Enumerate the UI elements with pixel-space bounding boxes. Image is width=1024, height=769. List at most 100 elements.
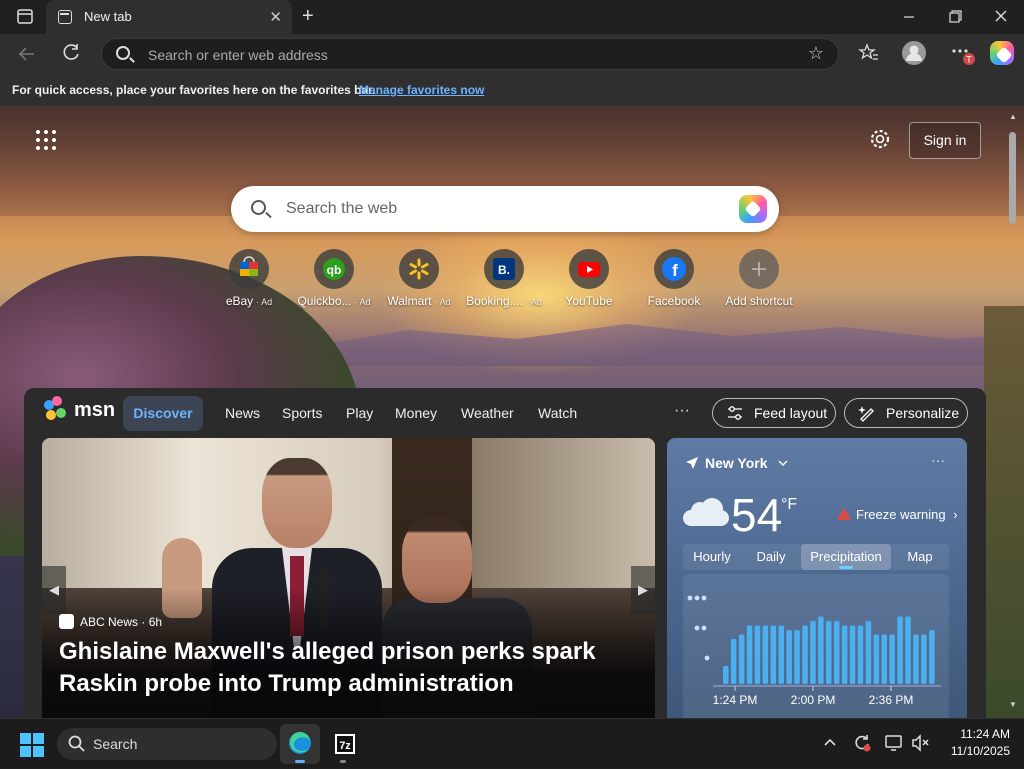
volume-button[interactable] xyxy=(910,733,930,758)
tab-play[interactable]: Play xyxy=(346,405,373,421)
personalize-button[interactable]: Personalize xyxy=(844,398,968,428)
minimize-button[interactable] xyxy=(894,6,924,28)
personalize-label: Personalize xyxy=(886,405,960,421)
tab-actions-button[interactable] xyxy=(10,6,38,28)
story-source[interactable]: ABC News · 6h xyxy=(59,614,162,629)
weather-location[interactable]: New York xyxy=(685,455,789,471)
shortcut-facebook[interactable]: f Facebook xyxy=(629,249,719,308)
shortcut-label: YouTube xyxy=(565,294,613,308)
app-launcher-button[interactable] xyxy=(36,130,58,152)
precipitation-bar xyxy=(881,634,887,684)
address-bar[interactable]: ☆ xyxy=(101,38,839,70)
weather-location-name: New York xyxy=(705,455,768,471)
sync-status-button[interactable] xyxy=(852,733,872,758)
shortcut-booking[interactable]: B. Booking.... · Ad xyxy=(459,249,549,308)
story-source-name: ABC News xyxy=(80,615,139,629)
page-scrollbar[interactable]: ▲ ▼ xyxy=(1006,110,1020,714)
start-button[interactable] xyxy=(20,733,44,762)
precipitation-bar xyxy=(762,625,769,684)
booking-icon: B. xyxy=(484,249,524,289)
web-search-input[interactable] xyxy=(286,198,706,220)
precipitation-bar xyxy=(834,621,840,684)
tab-news[interactable]: News xyxy=(225,405,260,421)
carousel-next-button[interactable]: ▶ xyxy=(631,566,655,614)
volume-muted-icon xyxy=(912,734,929,752)
shortcut-quickbooks[interactable]: qb Quickbo... · Ad xyxy=(289,249,379,308)
tab-sports[interactable]: Sports xyxy=(282,405,322,421)
taskbar-edge-button[interactable] xyxy=(280,724,320,764)
precipitation-chart: 1:24 PM 2:00 PM 2:36 PM xyxy=(683,574,949,718)
precipitation-bar xyxy=(841,625,848,684)
weather-tab-map[interactable]: Map xyxy=(891,544,949,570)
profile-button[interactable] xyxy=(901,40,927,71)
freeze-warning-alert[interactable]: Freeze warning › xyxy=(837,507,958,522)
weather-more-button[interactable]: ··· xyxy=(931,452,945,468)
new-tab-button[interactable]: + xyxy=(302,5,314,27)
running-app-indicator xyxy=(340,760,346,763)
story-headline[interactable]: Ghislaine Maxwell's alleged prison perks… xyxy=(59,636,619,700)
rain-intensity-icons xyxy=(687,595,710,661)
tab-watch[interactable]: Watch xyxy=(538,405,577,421)
precipitation-bar xyxy=(921,634,927,684)
weather-card[interactable]: New York ··· 54 °F Freeze warning › Hour… xyxy=(667,438,967,718)
msn-wordmark: msn xyxy=(74,399,116,421)
scrollbar-thumb[interactable] xyxy=(1009,132,1016,224)
restore-button[interactable] xyxy=(940,6,970,28)
weather-tab-hourly[interactable]: Hourly xyxy=(683,544,741,570)
back-button[interactable] xyxy=(16,43,38,71)
ebay-icon xyxy=(229,249,269,289)
carousel-prev-button[interactable]: ◀ xyxy=(42,566,66,614)
taskbar-7zip-button[interactable]: 7z xyxy=(330,724,370,764)
tab-discover[interactable]: Discover xyxy=(123,396,203,431)
profile-badge: T xyxy=(966,55,972,65)
taskbar-search-box[interactable]: Search xyxy=(57,728,277,760)
precipitation-bar xyxy=(738,634,745,684)
ad-badge: · Ad xyxy=(256,297,273,307)
search-icon xyxy=(116,46,130,60)
close-tab-icon[interactable]: ✕ xyxy=(269,8,282,26)
feed-layout-button[interactable]: Feed layout xyxy=(712,398,836,428)
close-window-button[interactable] xyxy=(986,6,1016,28)
ad-badge: · Ad xyxy=(525,297,542,307)
gear-icon xyxy=(870,129,890,149)
weather-tab-precipitation[interactable]: Precipitation xyxy=(801,544,891,570)
close-icon xyxy=(995,10,1007,22)
hero-story-card[interactable]: ◀ ▶ ABC News · 6h Ghislaine Maxwell's al… xyxy=(42,438,655,718)
clock[interactable]: 11:24 AM 11/10/2025 xyxy=(938,727,1010,758)
manage-favorites-link[interactable]: Manage favorites now xyxy=(359,83,484,97)
favorites-button[interactable] xyxy=(858,42,880,69)
copilot-icon[interactable] xyxy=(739,195,767,223)
browser-tab[interactable]: New tab ✕ xyxy=(46,0,292,34)
weather-tab-daily[interactable]: Daily xyxy=(741,544,801,570)
page-settings-button[interactable] xyxy=(868,127,892,157)
favorite-star-icon[interactable]: ☆ xyxy=(808,43,824,64)
svg-text:7z: 7z xyxy=(339,740,351,752)
taskbar: Search 7z 11:24 AM 11/10/2025 xyxy=(0,718,1024,768)
settings-and-more-button[interactable]: T xyxy=(950,40,976,71)
precipitation-bar xyxy=(818,616,824,684)
shortcut-ebay[interactable]: eBay · Ad xyxy=(204,249,294,308)
network-monitor-icon xyxy=(885,735,902,751)
restore-icon xyxy=(949,10,962,23)
tab-weather[interactable]: Weather xyxy=(461,405,514,421)
windows-logo-icon xyxy=(20,733,44,757)
network-button[interactable] xyxy=(884,733,904,758)
show-hidden-icons-button[interactable] xyxy=(822,734,838,753)
shortcut-label: eBay xyxy=(225,294,254,308)
sign-in-button[interactable]: Sign in xyxy=(909,122,981,159)
precipitation-bar xyxy=(778,625,784,684)
scroll-up-arrow-icon[interactable]: ▲ xyxy=(1009,112,1017,121)
copilot-button[interactable] xyxy=(990,41,1014,65)
precipitation-bar xyxy=(810,621,816,684)
add-shortcut-button[interactable]: Add shortcut xyxy=(714,249,804,308)
scroll-down-arrow-icon[interactable]: ▼ xyxy=(1009,700,1017,709)
address-input[interactable] xyxy=(148,45,788,65)
web-search-box[interactable] xyxy=(231,186,779,232)
shortcut-walmart[interactable]: Walmart · Ad xyxy=(374,249,464,308)
refresh-button[interactable] xyxy=(60,42,82,70)
more-tabs-button[interactable]: ··· xyxy=(674,402,690,420)
svg-text:B.: B. xyxy=(498,263,510,277)
tab-money[interactable]: Money xyxy=(395,405,437,421)
shortcut-youtube[interactable]: YouTube xyxy=(544,249,634,308)
chevron-down-icon xyxy=(778,460,788,466)
